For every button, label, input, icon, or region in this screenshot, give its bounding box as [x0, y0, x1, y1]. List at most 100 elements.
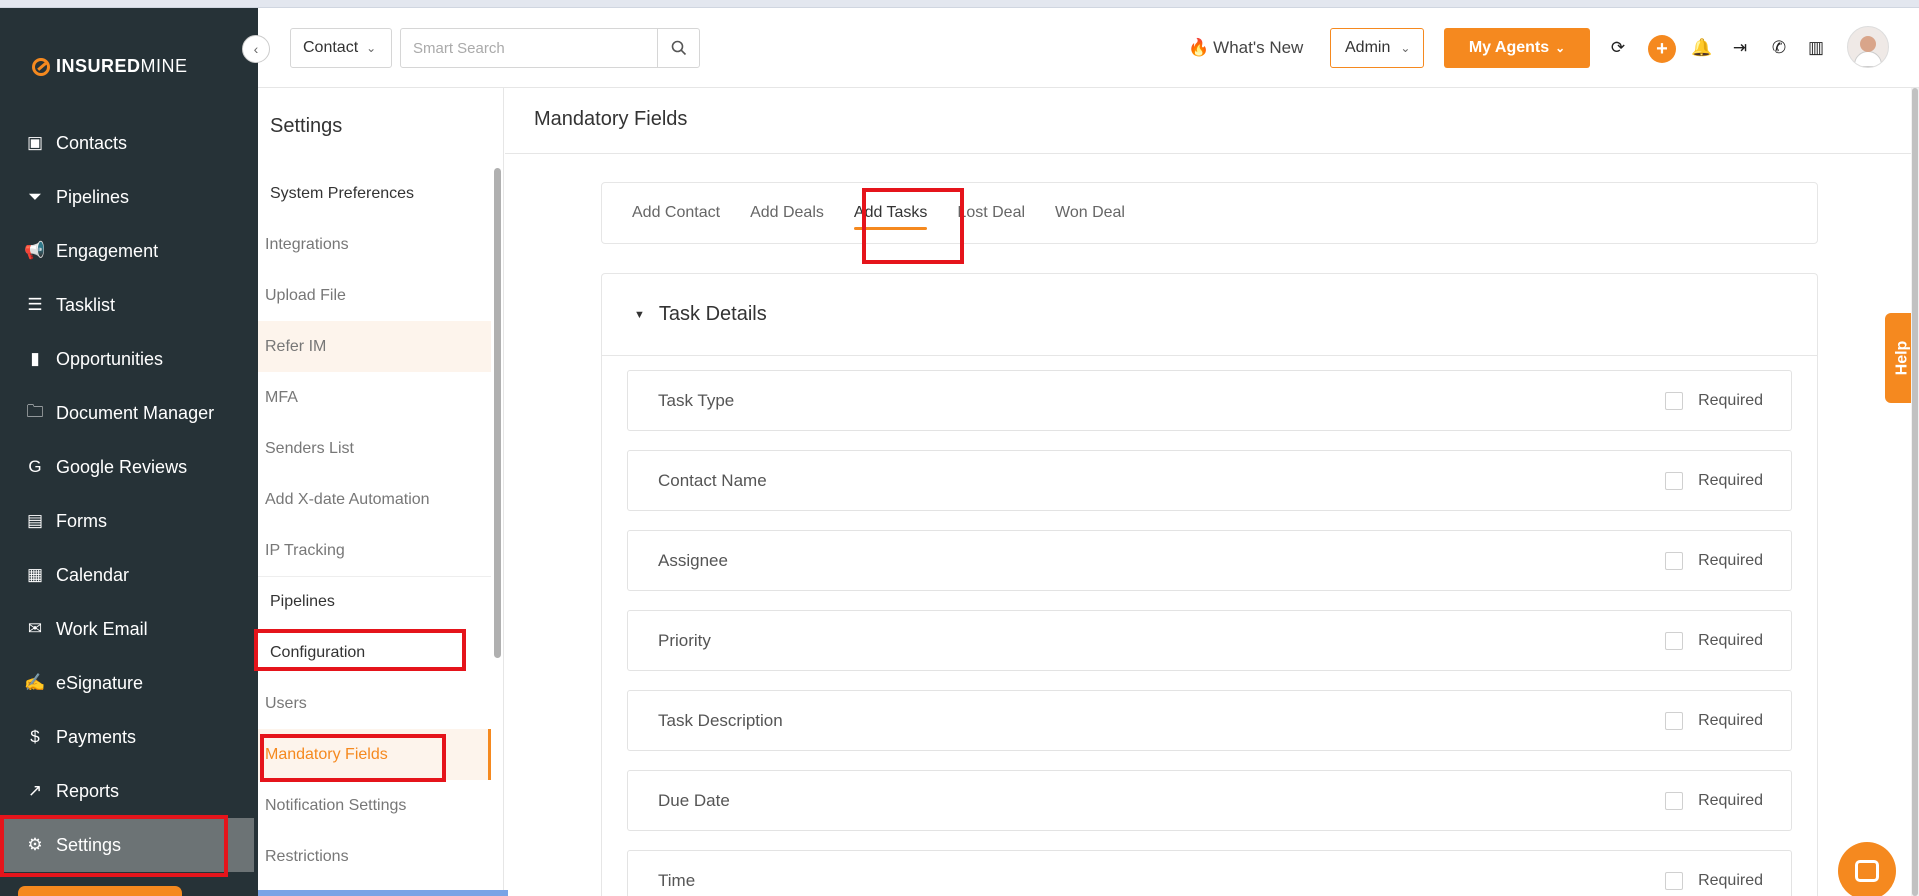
mandatory-field-row: Task Type Required — [627, 370, 1792, 431]
logout-icon[interactable]: ⇥ — [1728, 36, 1752, 60]
sidebar-item-opportunities[interactable]: ▮ Opportunities — [0, 332, 258, 386]
required-toggle[interactable]: Required — [1665, 791, 1763, 810]
tab-lost-deal[interactable]: Lost Deal — [957, 182, 1025, 244]
required-toggle[interactable]: Required — [1665, 551, 1763, 570]
chevron-down-icon: ⌄ — [1400, 41, 1411, 55]
settings-item-integrations[interactable]: Integrations — [258, 219, 491, 270]
settings-item-refer-im[interactable]: Refer IM — [258, 321, 491, 372]
settings-item-system-preferences[interactable]: System Preferences — [258, 168, 491, 219]
settings-scrollbar[interactable] — [494, 168, 501, 658]
sidebar-item-esignature[interactable]: ✍ eSignature — [0, 656, 258, 710]
chevron-down-icon: ⌄ — [366, 41, 377, 55]
my-agents-button[interactable]: My Agents ⌄ — [1444, 28, 1590, 68]
sidebar-item-tasklist[interactable]: ☰ Tasklist — [0, 278, 258, 332]
task-details-card: ▼ Task Details Task Type Required Contact … — [601, 273, 1818, 896]
required-checkbox[interactable] — [1665, 791, 1684, 810]
sidebar-bottom-button[interactable] — [18, 886, 182, 896]
bell-icon[interactable]: 🔔 — [1690, 36, 1714, 60]
required-toggle[interactable]: Required — [1665, 391, 1763, 410]
horizontal-scrollbar[interactable] — [258, 890, 508, 896]
required-toggle[interactable]: Required — [1665, 711, 1763, 730]
required-toggle[interactable]: Required — [1665, 631, 1763, 650]
sidebar-item-contacts[interactable]: ▣ Contacts — [0, 116, 258, 170]
task-details-header[interactable]: ▼ Task Details — [602, 274, 1817, 356]
page-scrollbar-thumb[interactable] — [1912, 88, 1918, 896]
settings-item-pipelines[interactable]: Pipelines — [258, 576, 491, 627]
bar-chart-icon: ▮ — [30, 349, 40, 368]
settings-item-add-x-date-automation[interactable]: Add X-date Automation — [258, 474, 491, 525]
sidebar-item-label: Reports — [56, 780, 120, 801]
search-button[interactable] — [657, 29, 699, 67]
user-avatar[interactable] — [1847, 26, 1889, 68]
page-title: Mandatory Fields — [534, 108, 688, 130]
sidebar-item-label: Pipelines — [56, 186, 130, 207]
sidebar-item-payments[interactable]: $ Payments — [0, 710, 258, 764]
insuredmine-logo[interactable]: INSURED MINE — [32, 56, 188, 77]
sidebar-item-calendar[interactable]: ▦ Calendar — [0, 548, 258, 602]
contact-type-select[interactable]: Contact ⌄ — [290, 28, 392, 68]
top-header: Contact ⌄ 🔥 What's New Admin ⌄ My Agents… — [258, 8, 1919, 88]
settings-item-mfa[interactable]: MFA — [258, 372, 491, 423]
tab-won-deal[interactable]: Won Deal — [1055, 182, 1125, 244]
clipboard-icon: ☰ — [27, 295, 43, 314]
sidebar-item-label: Google Reviews — [56, 456, 188, 477]
settings-item-ip-tracking[interactable]: IP Tracking — [258, 525, 491, 576]
field-label: Assignee — [658, 550, 728, 570]
sidebar-item-google-reviews[interactable]: G Google Reviews — [0, 440, 258, 494]
sidebar-item-document-manager[interactable]: 🗀 Document Manager — [0, 386, 258, 440]
logo-bold-text: INSURED — [56, 56, 141, 76]
sidebar: INSURED MINE ▣ Contacts ⏷ Pipelines 📢 Engageme… — [0, 0, 258, 896]
settings-item-notification-settings[interactable]: Notification Settings — [258, 780, 491, 831]
settings-item-upload-file[interactable]: Upload File — [258, 270, 491, 321]
page-scrollbar[interactable] — [1911, 88, 1919, 896]
required-checkbox[interactable] — [1665, 471, 1684, 490]
collapse-sidebar-button[interactable]: ‹ — [242, 35, 270, 63]
calendar-icon: ▦ — [26, 565, 44, 584]
settings-item-senders-list[interactable]: Senders List — [258, 423, 491, 474]
phone-icon[interactable]: ✆ — [1767, 36, 1791, 60]
settings-item-restrictions[interactable]: Restrictions — [258, 831, 491, 882]
required-checkbox[interactable] — [1665, 871, 1684, 890]
contact-type-value: Contact — [303, 39, 359, 56]
sidebar-item-engagement[interactable]: 📢 Engagement — [0, 224, 258, 278]
required-toggle[interactable]: Required — [1665, 471, 1763, 490]
help-label: Help — [1893, 340, 1911, 376]
sidebar-item-label: Work Email — [56, 618, 148, 639]
chat-launcher-button[interactable] — [1838, 842, 1896, 896]
browser-top-strip — [0, 0, 1919, 8]
admin-select[interactable]: Admin ⌄ — [1330, 28, 1424, 68]
flame-icon: 🔥 — [1188, 38, 1210, 57]
sidebar-item-forms[interactable]: ▤ Forms — [0, 494, 258, 548]
my-agents-label: My Agents — [1468, 39, 1550, 56]
sidebar-item-label: Opportunities — [56, 348, 164, 369]
tab-add-deals[interactable]: Add Deals — [750, 182, 824, 244]
required-label: Required — [1698, 391, 1763, 409]
dollar-icon: $ — [30, 727, 40, 746]
required-toggle[interactable]: Required — [1665, 871, 1763, 890]
google-icon: G — [28, 457, 42, 476]
required-checkbox[interactable] — [1665, 551, 1684, 570]
add-new-button[interactable]: + — [1648, 35, 1676, 63]
sidebar-item-reports[interactable]: ↗ Reports — [0, 764, 258, 818]
smart-search-input[interactable] — [401, 29, 657, 67]
sidebar-item-work-email[interactable]: ✉ Work Email — [0, 602, 258, 656]
calculator-icon[interactable]: ▥ — [1804, 36, 1828, 60]
sidebar-item-pipelines[interactable]: ⏷ Pipelines — [0, 170, 258, 224]
required-checkbox[interactable] — [1665, 711, 1684, 730]
field-label: Contact Name — [658, 470, 767, 490]
annotation-box-configuration — [254, 629, 466, 671]
field-label: Due Date — [658, 790, 730, 810]
settings-item-users[interactable]: Users — [258, 678, 491, 729]
mandatory-field-row: Task Description Required — [627, 690, 1792, 751]
required-checkbox[interactable] — [1665, 631, 1684, 650]
form-icon: ▤ — [26, 511, 44, 530]
tab-add-contact[interactable]: Add Contact — [632, 182, 720, 244]
required-checkbox[interactable] — [1665, 391, 1684, 410]
whats-new-link[interactable]: 🔥 What's New — [1188, 38, 1303, 58]
refresh-icon[interactable]: ⟳ — [1606, 36, 1630, 60]
annotation-box-settings — [0, 815, 228, 877]
plus-icon: + — [1656, 37, 1668, 60]
chat-icon — [1855, 860, 1879, 882]
required-label: Required — [1698, 791, 1763, 809]
section-title: Task Details — [658, 303, 767, 325]
